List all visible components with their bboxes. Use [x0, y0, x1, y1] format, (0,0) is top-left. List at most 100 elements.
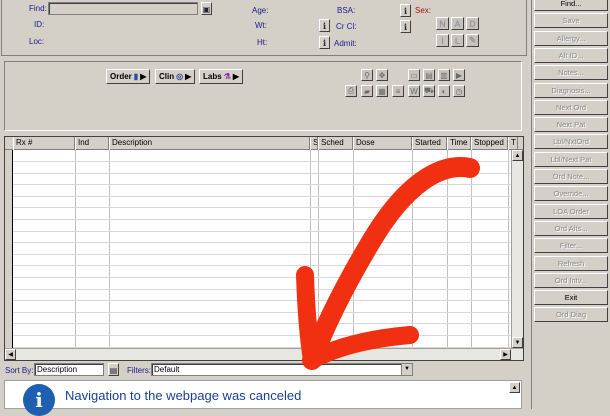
status-button-i[interactable]: I [436, 34, 449, 47]
order-icon: ▮ [133, 72, 139, 81]
find-input[interactable] [48, 2, 198, 15]
patient-info-panel: Find: ▣ ID: Loc: Age: Wt: Ht: i i BSA: C… [1, 0, 527, 56]
column-header-dose[interactable]: Dose [353, 137, 412, 150]
column-header-rx[interactable]: Rx # [13, 137, 75, 150]
bsa-info-button[interactable]: i [400, 4, 411, 17]
column-header-t[interactable]: T [508, 137, 518, 150]
next-pat-button[interactable]: Next Pat [534, 117, 608, 133]
lbl-nxtord-button[interactable]: Lbl/NxtOrd [534, 134, 608, 150]
sort-by-field[interactable]: Description [34, 363, 104, 376]
ord-intv-button[interactable]: Ord Intv... [534, 272, 608, 288]
height-label: Ht: [257, 38, 268, 47]
window-icon[interactable]: ▭ [408, 69, 420, 81]
list-icon[interactable]: ≡ [392, 85, 404, 97]
sort-options-icon[interactable]: ▤ [108, 363, 119, 376]
loa-order-button[interactable]: LOA Order [534, 203, 608, 219]
filters-value: Default [154, 365, 180, 374]
vertical-scrollbar[interactable]: ▲ ▼ [511, 150, 523, 348]
info-icon: i [23, 384, 55, 416]
scroll-left-icon[interactable]: ◀ [5, 349, 16, 360]
clin-button[interactable]: Clin ◎ ▶ [155, 69, 196, 84]
table-row-divider [13, 242, 511, 244]
pill-icon[interactable]: ◐ [438, 85, 450, 97]
order-button-label: Order [110, 72, 132, 81]
column-header-s[interactable]: S [310, 137, 318, 150]
status-button-a[interactable]: A [451, 17, 464, 30]
sex-label: Sex: [415, 6, 432, 15]
ord-diag-button[interactable]: Ord Diag [534, 307, 608, 323]
column-header-sched[interactable]: Sched [318, 137, 353, 150]
ord-note-button[interactable]: Ord Note... [534, 169, 608, 184]
save-button[interactable]: Save [534, 13, 608, 29]
labs-button[interactable]: Labs ⚗ ▶ [199, 69, 243, 84]
filter-button[interactable]: Filter... [534, 238, 608, 254]
scroll-up-icon[interactable]: ▲ [512, 150, 523, 161]
order-button[interactable]: Order ▮ ▶ [106, 69, 151, 84]
weight-info-button[interactable]: i [319, 19, 330, 32]
table-row-divider [13, 323, 511, 325]
table-row-divider [13, 184, 511, 186]
override-button[interactable]: Override... [534, 186, 608, 202]
table-row-divider [13, 172, 511, 174]
move-icon[interactable]: ✥ [376, 69, 388, 81]
diagnosis-button[interactable]: Diagnosis... [534, 82, 608, 98]
table-row-divider [13, 161, 511, 162]
crcl-label: Cr Cl: [336, 22, 357, 31]
truck-icon[interactable]: ⛟ [423, 85, 435, 97]
column-divider [508, 150, 509, 348]
find-patient-icon[interactable]: ▣ [201, 2, 212, 15]
play-arrow-icon: ▶ [185, 72, 192, 81]
row-selector-gutter [5, 150, 13, 348]
height-info-button[interactable]: i [319, 36, 330, 49]
play-arrow-icon: ▶ [232, 72, 239, 81]
column-header-time[interactable]: Time [447, 137, 471, 150]
table-row-divider [13, 207, 511, 209]
id-label: ID: [34, 20, 45, 29]
refresh-button[interactable]: Refresh [534, 255, 608, 271]
calendar-icon[interactable]: ▦ [376, 85, 388, 97]
lbl-next-pat-button[interactable]: Lbl/Next Pat [534, 151, 608, 167]
ord-alts-button[interactable]: Ord Alts... [534, 220, 608, 236]
exit-button[interactable]: Exit [534, 290, 608, 306]
panel-icon[interactable]: ▤ [423, 69, 435, 81]
scroll-down-icon[interactable]: ▼ [512, 337, 523, 348]
orders-grid[interactable]: Rx # Ind Description S Sched Dose Starte… [4, 136, 524, 361]
folder-icon[interactable]: ▰ [361, 85, 373, 97]
status-button-d[interactable]: D [466, 17, 479, 30]
grid-header: Rx # Ind Description S Sched Dose Starte… [5, 137, 523, 150]
dropdown-arrow-icon[interactable]: ▼ [401, 364, 412, 375]
allergy-button[interactable]: Allergy... [534, 30, 608, 46]
column-divider [318, 150, 319, 348]
edit-icon[interactable]: ✎ [466, 34, 479, 47]
clock-icon[interactable]: ◷ [453, 85, 465, 97]
status-button-n[interactable]: N [436, 17, 449, 30]
column-header-stopped[interactable]: Stopped [471, 137, 508, 150]
status-button-l[interactable]: L [451, 34, 464, 47]
column-divider [353, 150, 354, 348]
table-row-divider [13, 335, 511, 336]
print-icon[interactable]: ⎙ [345, 85, 357, 97]
column-header-started[interactable]: Started [412, 137, 447, 150]
column-divider [412, 150, 413, 348]
alt-id-button[interactable]: Alt ID... [534, 47, 608, 63]
admit-label: Admit: [334, 39, 357, 48]
loc-label: Loc: [29, 37, 45, 46]
clin-button-label: Clin [159, 72, 175, 81]
word-icon[interactable]: W [408, 85, 420, 97]
table-row-divider [13, 288, 511, 290]
column-divider [310, 150, 311, 348]
crcl-info-button[interactable]: i [400, 20, 411, 33]
find-button[interactable]: Find... [534, 0, 608, 11]
filters-select[interactable]: Default ▼ [151, 363, 413, 376]
notes-button[interactable]: Notes... [534, 65, 608, 81]
horizontal-scrollbar[interactable]: ◀ ▶ [5, 348, 523, 360]
column-header-ind[interactable]: Ind [75, 137, 109, 150]
scroll-right-icon[interactable]: ▶ [500, 349, 511, 360]
column-header-description[interactable]: Description [109, 137, 310, 150]
next-ord-button[interactable]: Next Ord [534, 99, 608, 115]
media-icon[interactable]: ▶ [453, 69, 465, 81]
pipette-icon[interactable]: ⚲ [361, 69, 373, 81]
document-icon[interactable]: ▥ [438, 69, 450, 81]
table-row-divider [13, 195, 511, 197]
notice-scroll-up-icon[interactable]: ▲ [509, 382, 520, 393]
